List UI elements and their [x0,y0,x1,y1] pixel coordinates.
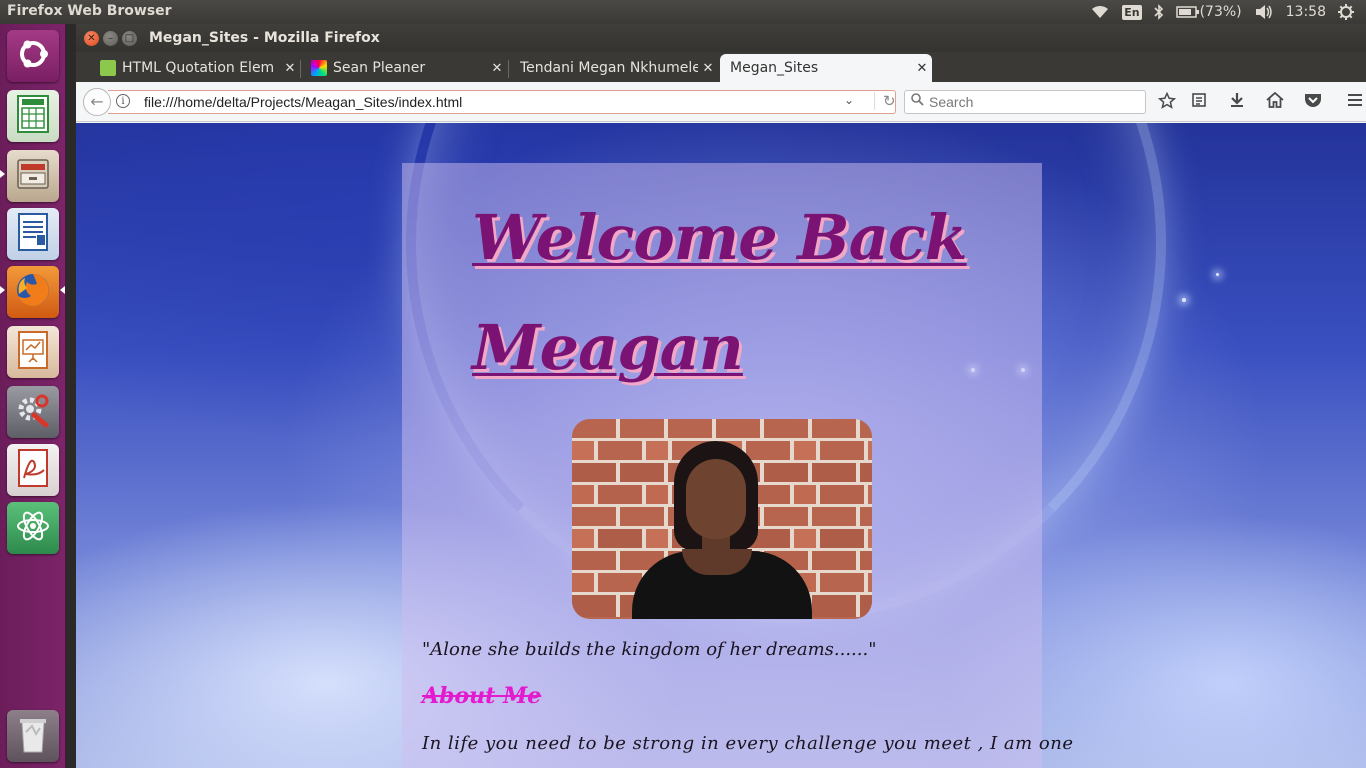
tab-close-icon[interactable]: ✕ [698,61,718,76]
launcher-libreoffice-impress[interactable] [7,326,59,378]
about-me-text: In life you need to be strong in every c… [422,733,1074,754]
tab-close-icon[interactable]: ✕ [280,61,300,76]
bookmark-star-icon[interactable] [1156,91,1178,112]
reading-list-icon[interactable] [1188,92,1210,112]
launcher-firefox[interactable] [7,266,59,318]
tab-html-quotation[interactable]: HTML Quotation Elem ✕ [90,54,300,82]
wifi-icon[interactable] [1090,4,1110,20]
launcher-libreoffice-writer[interactable] [7,208,59,260]
reload-icon[interactable]: ↻ [874,92,896,110]
keyboard-layout-indicator[interactable]: En [1122,4,1142,20]
launcher-ubuntu-dash[interactable] [7,30,59,82]
url-bar[interactable]: i file:///home/delta/Projects/Meagan_Sit… [108,90,896,114]
clock[interactable]: 13:58 [1286,4,1326,20]
firefox-window: ✕ – □ Megan_Sites - Mozilla Firefox HTML… [76,24,1366,768]
search-input[interactable] [929,92,1139,112]
chevron-down-icon[interactable]: ⌄ [844,93,854,107]
system-gear-icon[interactable] [1338,4,1354,20]
file-cabinet-icon [15,156,51,196]
top-panel: Firefox Web Browser En (73%) 13:58 [0,0,1366,24]
document-icon [16,212,50,256]
url-text[interactable]: file:///home/delta/Projects/Meagan_Sites… [144,94,462,110]
window-title: Megan_Sites - Mozilla Firefox [149,30,380,46]
launcher [0,24,66,768]
battery-indicator[interactable]: (73%) [1175,4,1242,20]
page-info-icon[interactable]: i [116,94,130,108]
launcher-document-viewer[interactable] [7,444,59,496]
launcher-atom[interactable] [7,502,59,554]
content-card: Welcome Back Meagan "Alone she builds th… [402,163,1074,768]
bluetooth-icon[interactable] [1154,4,1164,20]
search-bar[interactable] [904,90,1146,114]
trash-icon [16,714,50,758]
tab-label: Megan_Sites [730,60,819,76]
page-viewport: Welcome Back Meagan "Alone she builds th… [76,123,1366,768]
spreadsheet-icon [16,94,50,138]
launcher-running-indicator [0,286,5,294]
atom-icon [14,507,52,549]
profile-photo [572,419,872,619]
home-icon[interactable] [1264,91,1286,112]
tab-bar: HTML Quotation Elem ✕ Sean Pleaner ✕ Ten… [76,52,1366,107]
battery-percent: (73%) [1199,4,1242,20]
window-minimize-button[interactable]: – [103,31,118,46]
window-close-button[interactable]: ✕ [84,31,99,46]
background-star [1216,273,1219,276]
window-maximize-button[interactable]: □ [122,31,137,46]
back-button[interactable]: ← [83,88,111,116]
indicator-area: En (73%) 13:58 [1090,0,1366,24]
background-star [1182,298,1186,302]
launcher-trash[interactable] [7,710,59,762]
tab-tendani-megan[interactable]: Tendani Megan Nkhumele ✕ [510,54,718,82]
hamburger-menu-icon[interactable] [1344,92,1366,112]
tab-label: Tendani Megan Nkhumele [520,60,698,76]
active-app-title: Firefox Web Browser [7,3,172,19]
welcome-heading: Welcome Back Meagan [472,201,968,384]
tab-label: HTML Quotation Elem [122,60,275,76]
navigation-toolbar: i file:///home/delta/Projects/Meagan_Sit… [76,82,1366,122]
pdf-viewer-icon [16,448,50,492]
launcher-files[interactable] [7,150,59,202]
download-icon[interactable] [1226,92,1248,112]
ubuntu-logo-icon [16,37,50,75]
color-wheel-favicon-icon [311,60,327,76]
volume-icon[interactable] [1254,4,1274,20]
presentation-icon [16,330,50,374]
settings-wrench-icon [14,391,52,433]
launcher-focused-indicator [60,286,65,294]
firefox-icon [13,270,53,314]
quote-text: "Alone she builds the kingdom of her dre… [422,639,877,660]
tab-sean-pleaner[interactable]: Sean Pleaner ✕ [301,54,507,82]
w3schools-favicon-icon [100,60,116,76]
tab-label: Sean Pleaner [333,60,426,76]
tab-separator [508,60,509,78]
launcher-libreoffice-calc[interactable] [7,90,59,142]
search-icon [911,93,924,110]
launcher-system-settings[interactable] [7,386,59,438]
tab-close-icon[interactable]: ✕ [487,61,507,76]
tab-megan-sites[interactable]: Megan_Sites ✕ [720,54,932,82]
window-titlebar: ✕ – □ Megan_Sites - Mozilla Firefox [76,24,1366,52]
tab-close-icon[interactable]: ✕ [912,61,932,76]
launcher-running-indicator [0,170,5,178]
pocket-icon[interactable] [1302,92,1324,112]
about-me-heading: About Me [422,683,542,709]
